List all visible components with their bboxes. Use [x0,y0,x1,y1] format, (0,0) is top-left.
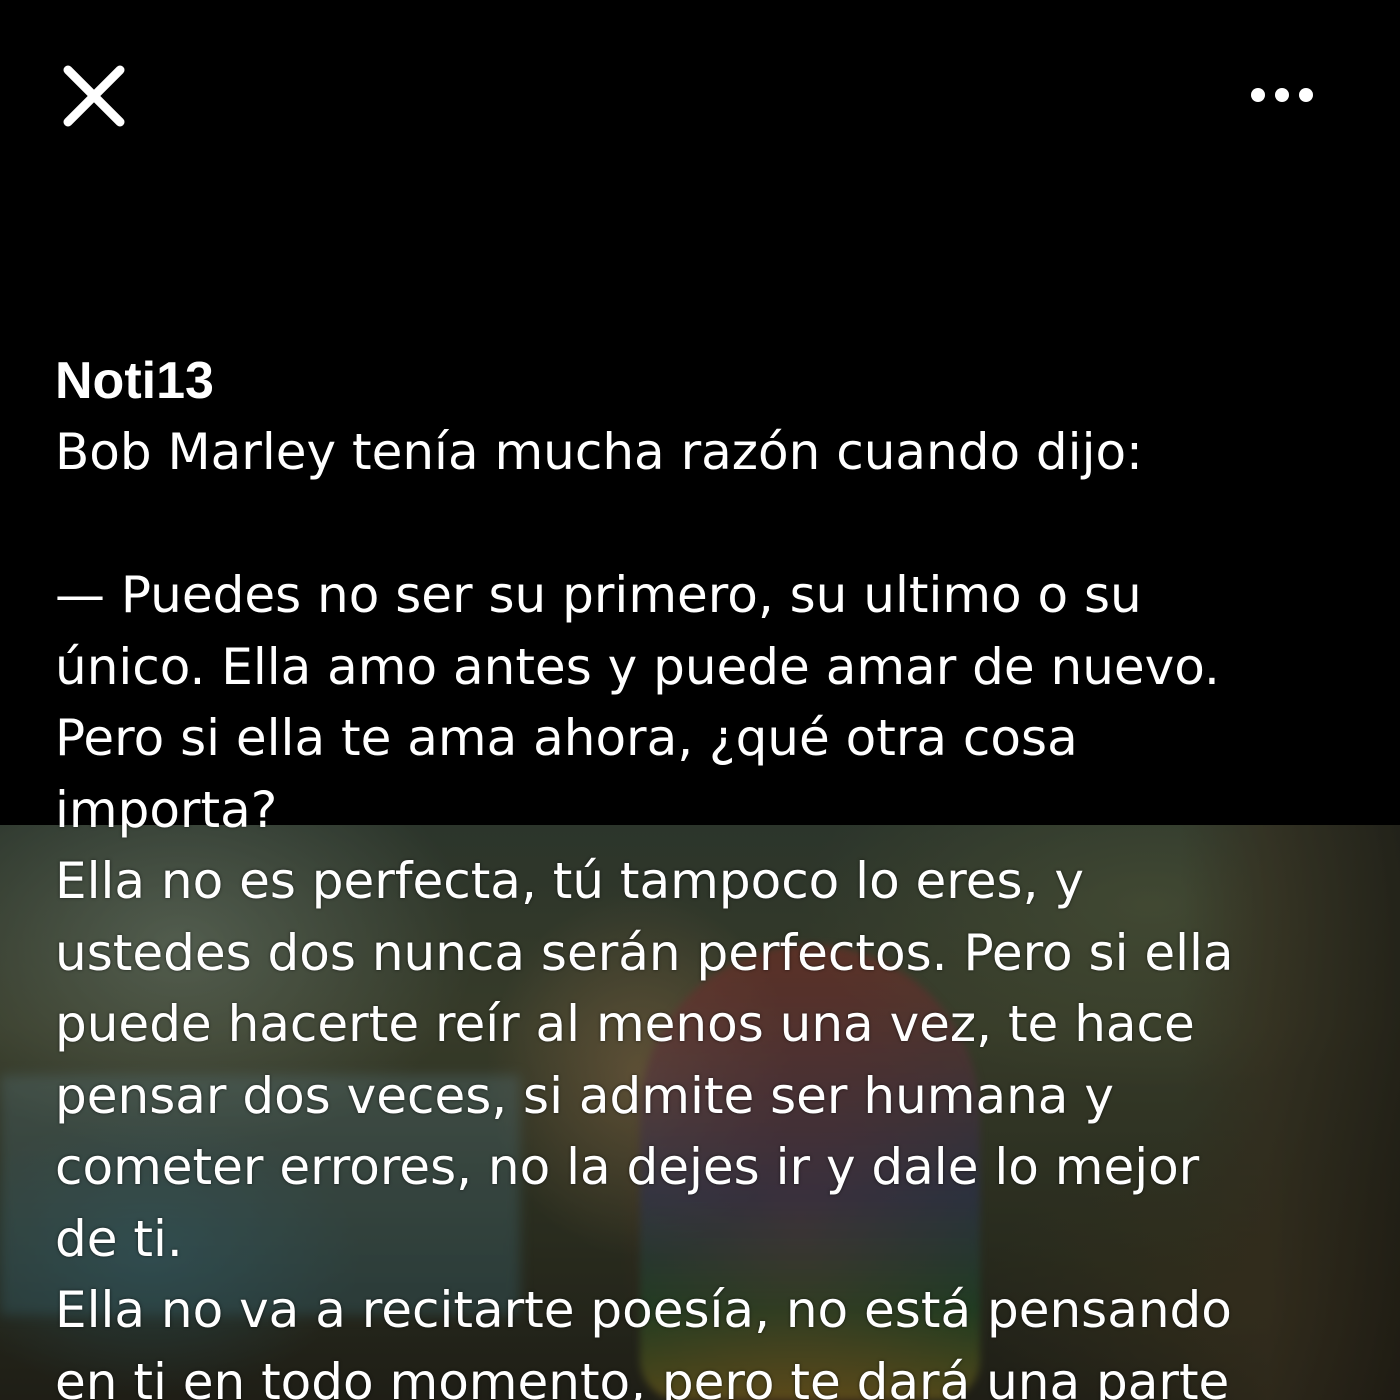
more-options-icon [1251,88,1313,102]
close-icon [63,65,125,127]
more-options-button[interactable] [1240,75,1324,115]
post-author[interactable]: Noti13 [55,345,1355,417]
post-content: Noti13 Bob Marley tenía mucha razón cuan… [55,345,1355,1400]
post-text: Bob Marley tenía mucha razón cuando dijo… [55,423,1234,1400]
story-viewer: Noti13 Bob Marley tenía mucha razón cuan… [0,0,1400,1400]
close-button[interactable] [58,60,130,132]
top-bar [0,0,1400,190]
